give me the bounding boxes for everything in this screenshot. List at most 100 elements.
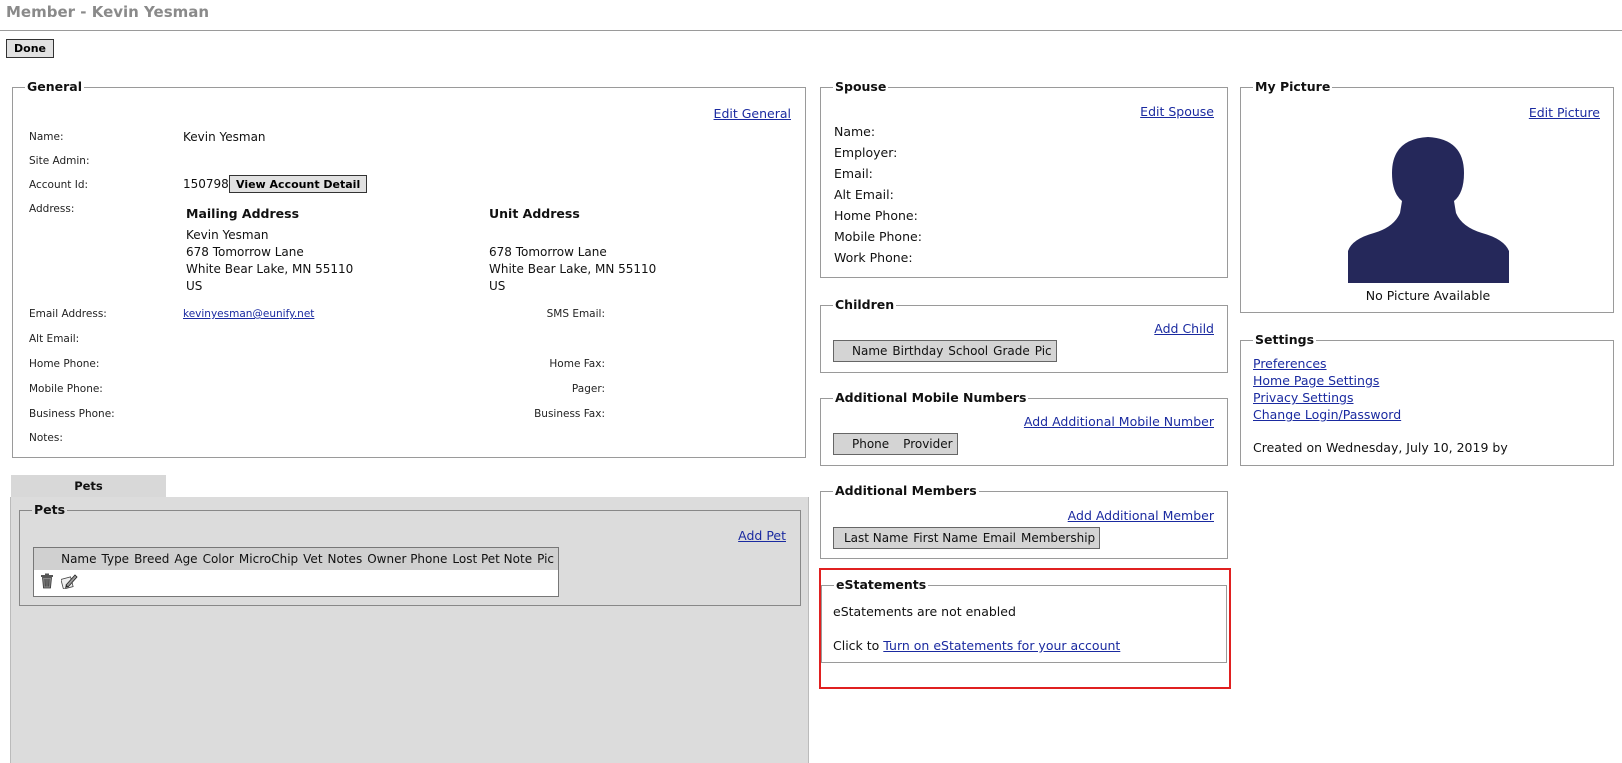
col-header: Name	[852, 344, 888, 358]
my-picture-section: My Picture Edit Picture No Picture Avail…	[1240, 79, 1614, 313]
tab-pets[interactable]: Pets	[11, 475, 166, 497]
mailing-line: White Bear Lake, MN 55110	[186, 262, 354, 276]
business-phone-label: Business Phone:	[29, 408, 115, 420]
name-label: Name:	[29, 131, 64, 143]
created-on-text: Created on Wednesday, July 10, 2019 by	[1253, 440, 1508, 455]
spouse-home-phone-label: Home Phone:	[834, 208, 918, 223]
mailing-line: 678 Tomorrow Lane	[186, 245, 304, 259]
col-header: School	[948, 344, 989, 358]
edit-general-link[interactable]: Edit General	[714, 106, 791, 121]
mobile-numbers-table-header: Phone Provider	[833, 433, 958, 455]
pets-table: Name Type Breed Age Color MicroChip Vet …	[33, 547, 559, 597]
general-legend: General	[25, 79, 84, 94]
home-phone-label: Home Phone:	[29, 358, 100, 370]
children-table-header: Name Birthday School Grade Pic	[833, 340, 1057, 362]
sms-email-label: SMS Email:	[546, 308, 605, 320]
estatements-legend: eStatements	[834, 577, 929, 592]
page-title: Member - Kevin Yesman	[6, 3, 210, 21]
pets-table-header: Name Type Breed Age Color MicroChip Vet …	[34, 548, 558, 570]
add-additional-member-link[interactable]: Add Additional Member	[1068, 508, 1214, 523]
preferences-link[interactable]: Preferences	[1253, 356, 1327, 371]
estatements-click-prefix: Click to	[833, 638, 880, 653]
additional-members-table-header: Last Name First Name Email Membership	[833, 527, 1101, 549]
spouse-work-phone-label: Work Phone:	[834, 250, 913, 265]
settings-legend: Settings	[1253, 332, 1317, 347]
edit-spouse-link[interactable]: Edit Spouse	[1140, 104, 1214, 119]
add-pet-link[interactable]: Add Pet	[738, 528, 786, 543]
unit-line: 678 Tomorrow Lane	[489, 245, 607, 259]
add-child-link[interactable]: Add Child	[1154, 321, 1214, 336]
spouse-employer-label: Employer:	[834, 145, 898, 160]
mobile-phone-label: Mobile Phone:	[29, 383, 103, 395]
address-label: Address:	[29, 203, 75, 215]
title-divider	[0, 30, 1622, 31]
mailing-line: Kevin Yesman	[186, 228, 269, 242]
spouse-mobile-phone-label: Mobile Phone:	[834, 229, 922, 244]
avatar-placeholder-icon	[1348, 133, 1509, 286]
col-header: Age	[174, 552, 198, 566]
business-fax-label: Business Fax:	[534, 408, 605, 420]
spouse-email-label: Email:	[834, 166, 873, 181]
my-picture-legend: My Picture	[1253, 79, 1333, 94]
privacy-settings-link[interactable]: Privacy Settings	[1253, 390, 1354, 405]
notes-label: Notes:	[29, 432, 63, 444]
unit-address-title: Unit Address	[489, 206, 580, 221]
no-picture-caption: No Picture Available	[1365, 288, 1491, 303]
col-header: Phone	[852, 437, 890, 451]
col-header: Pic	[1034, 344, 1052, 358]
col-header: Membership	[1021, 531, 1096, 545]
col-header: Name	[61, 552, 97, 566]
col-header: Vet	[303, 552, 323, 566]
col-header: Color	[202, 552, 234, 566]
account-id-label: Account Id:	[29, 179, 89, 191]
home-fax-label: Home Fax:	[549, 358, 605, 370]
mobile-numbers-section: Additional Mobile Numbers Add Additional…	[820, 390, 1228, 466]
estatements-section: eStatements eStatements are not enabled …	[821, 577, 1227, 663]
email-link[interactable]: kevinyesman@eunify.net	[183, 308, 314, 320]
col-header: Notes	[327, 552, 363, 566]
children-legend: Children	[833, 297, 897, 312]
add-mobile-number-link[interactable]: Add Additional Mobile Number	[1024, 414, 1214, 429]
pager-label: Pager:	[571, 383, 605, 395]
col-header: MicroChip	[238, 552, 299, 566]
col-header: Email	[982, 531, 1016, 545]
settings-section: Settings Preferences Home Page Settings …	[1240, 332, 1614, 466]
col-header: Type	[101, 552, 130, 566]
email-label: Email Address:	[29, 308, 107, 320]
home-page-settings-link[interactable]: Home Page Settings	[1253, 373, 1379, 388]
col-header: Grade	[993, 344, 1030, 358]
col-header: Birthday	[892, 344, 944, 358]
spouse-legend: Spouse	[833, 79, 889, 94]
children-section: Children Add Child Name Birthday School …	[820, 297, 1228, 373]
change-login-password-link[interactable]: Change Login/Password	[1253, 407, 1401, 422]
col-header: Last Name	[844, 531, 909, 545]
view-account-detail-button[interactable]: View Account Detail	[229, 175, 368, 193]
general-section: General Edit General Name: Kevin Yesman …	[12, 79, 806, 458]
name-value: Kevin Yesman	[183, 130, 266, 144]
pets-section: Pets Add Pet Name Type Breed Age Color M…	[19, 502, 801, 606]
trash-icon[interactable]	[40, 573, 54, 592]
col-header: Provider	[903, 437, 953, 451]
mailing-address-title: Mailing Address	[186, 206, 300, 221]
mobile-numbers-legend: Additional Mobile Numbers	[833, 390, 1029, 405]
avatar-silhouette	[1348, 137, 1509, 283]
additional-members-section: Additional Members Add Additional Member…	[820, 483, 1228, 559]
col-header: First Name	[913, 531, 978, 545]
alt-email-label: Alt Email:	[29, 333, 80, 345]
unit-line: White Bear Lake, MN 55110	[489, 262, 657, 276]
site-admin-label: Site Admin:	[29, 155, 90, 167]
spouse-alt-email-label: Alt Email:	[834, 187, 894, 202]
additional-members-legend: Additional Members	[833, 483, 979, 498]
pets-legend: Pets	[32, 502, 68, 517]
spouse-name-label: Name:	[834, 124, 876, 139]
col-header: Lost Pet Note	[452, 552, 533, 566]
spouse-section: Spouse Edit Spouse Name: Employer: Email…	[820, 79, 1228, 278]
col-header: Pic	[537, 552, 554, 566]
mailing-line: US	[186, 279, 203, 293]
pets-tab-panel: Pets Add Pet Name Type Breed Age Color M…	[10, 497, 809, 763]
edit-icon[interactable]	[60, 573, 78, 592]
col-header: Breed	[134, 552, 170, 566]
done-button[interactable]: Done	[6, 39, 54, 58]
turn-on-estatements-link[interactable]: Turn on eStatements for your account	[883, 638, 1120, 653]
edit-picture-link[interactable]: Edit Picture	[1529, 105, 1600, 120]
